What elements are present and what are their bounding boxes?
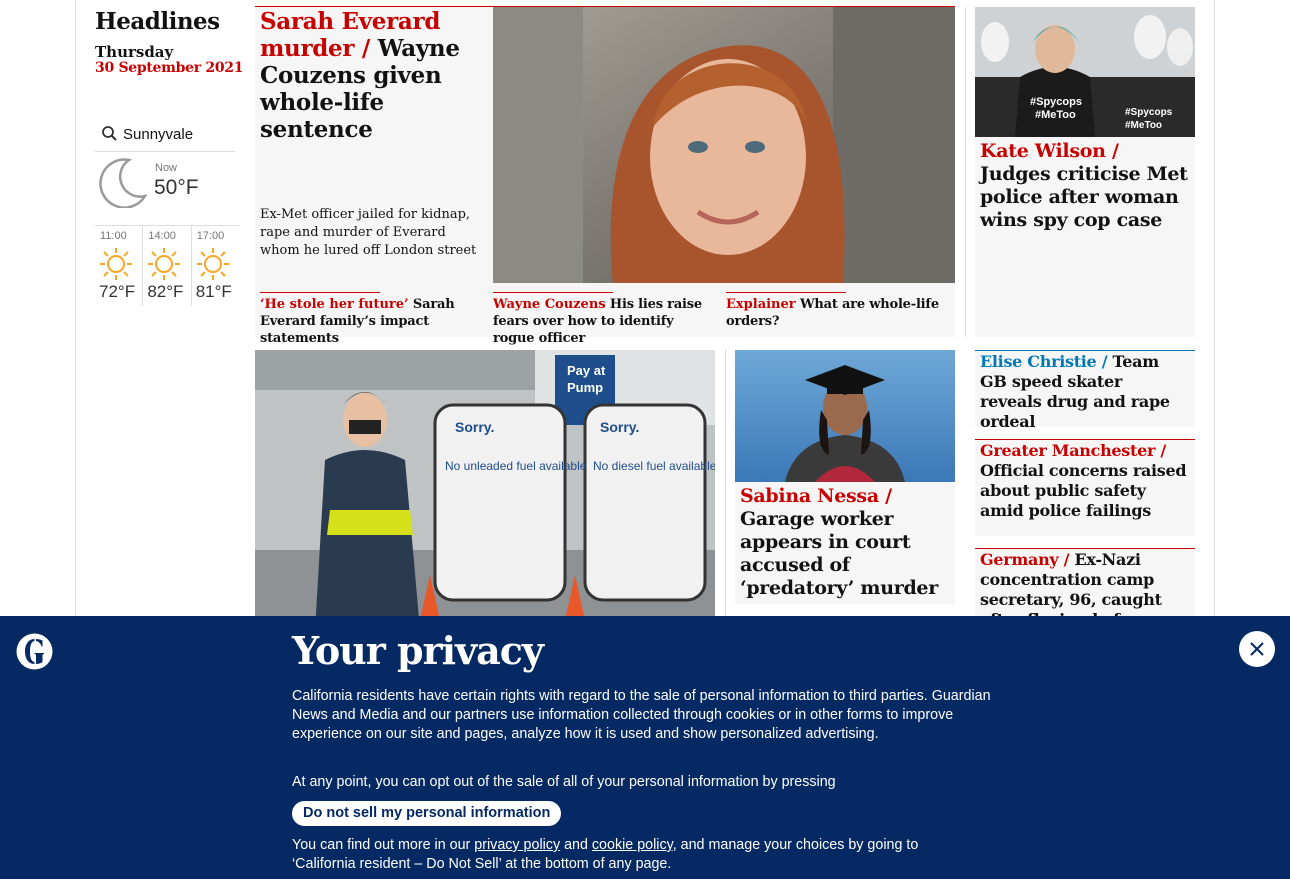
weather-now: Now 50°F [95,156,235,222]
small-story-card[interactable]: Elise Christie / Team GB speed skater re… [975,350,1195,431]
lead-standfirst: Ex-Met officer jailed for kidnap, rape a… [260,207,477,258]
privacy-paragraph: At any point, you can opt out of the sal… [292,774,836,790]
fuel-shortage-photo[interactable]: Pay at Pump Sorry. No unleaded fuel avai… [255,350,715,630]
weather-location[interactable]: Sunnyvale [95,118,235,152]
sabina-headline-text: Garage worker appears in court accused o… [740,508,938,599]
small-story-card[interactable]: Greater Manchester / Official concerns r… [975,439,1195,536]
forecast-item: 17:00 81°F [192,226,240,306]
forecast-item: 14:00 82°F [143,226,192,306]
lead-headline[interactable]: Sarah Everard murder / Wayne Couzens giv… [260,8,485,143]
spy-sign-text: #MeToo [1035,109,1076,121]
sabina-kicker: Sabina Nessa / [740,485,892,507]
pump-sign-text: Pay at [567,363,606,378]
forecast-temp: 82°F [147,282,184,301]
small-story-kicker: Elise Christie / [980,352,1108,371]
sign-text: No unleaded fuel available [445,459,587,473]
date-day: Thursday [95,43,174,61]
close-button[interactable] [1239,631,1275,667]
sublink[interactable]: ‘He stole her future’ Sarah Everard fami… [260,292,485,347]
privacy-paragraph: California residents have certain rights… [292,688,991,742]
weather-location-name[interactable]: Sunnyvale [123,126,193,143]
column-divider [725,350,726,630]
sabina-headline[interactable]: Sabina Nessa / Garage worker appears in … [740,485,952,600]
forecast-time: 17:00 [196,230,225,242]
do-not-sell-button[interactable]: Do not sell my personal information [292,801,562,826]
section-title: Headlines [95,8,220,35]
weather-now-temp: 50°F [154,176,199,199]
small-story-headline[interactable]: Elise Christie / Team GB speed skater re… [980,352,1188,432]
cookie-policy-link[interactable]: cookie policy [592,837,673,853]
sun-icon [148,248,181,280]
small-story-text: Official concerns raised about public sa… [980,461,1187,520]
moon-icon [99,158,147,208]
small-story-kicker: Greater Manchester / [980,441,1166,460]
spy-sign-text: #Spycops [1125,107,1173,118]
sun-icon [196,248,229,280]
pump-sign-text: Pump [567,380,603,395]
forecast-time: 11:00 [100,230,127,242]
headlines-section-header: Headlines Thursday 30 September 2021 [95,8,255,76]
sabina-photo[interactable] [735,350,955,482]
forecast-temp: 72°F [99,282,136,301]
privacy-banner: Your privacy California residents have c… [0,616,1290,879]
sign-text: No diesel fuel available [593,459,715,473]
weather-now-label: Now [155,162,178,174]
spy-cop-kicker: Kate Wilson / [980,140,1119,162]
forecast-item: 11:00 72°F [95,226,144,306]
weather-forecast: 11:00 72°F 14:00 82°F 17:00 81°F [95,225,240,306]
spy-sign-text: #MeToo [1125,120,1162,131]
lead-photo[interactable] [493,7,955,283]
search-icon[interactable] [95,122,123,148]
close-icon[interactable] [1249,641,1265,657]
sun-icon [100,248,132,280]
date-full: 30 September 2021 [95,60,244,76]
column-divider [965,7,966,337]
sign-brand: Sorry. [600,419,639,435]
privacy-policy-link[interactable]: privacy policy [474,837,560,853]
small-story-kicker: Germany / [980,550,1070,569]
privacy-title: Your privacy [292,628,544,673]
sublink[interactable]: Wayne Couzens His lies raise fears over … [493,292,718,347]
forecast-temp: 81°F [195,282,232,301]
forecast-time: 14:00 [148,230,176,242]
privacy-text: You can find out more in our [292,837,475,853]
sublink-kicker: ‘He stole her future’ [260,297,409,312]
guardian-logo-icon [16,633,53,670]
spy-cop-photo[interactable]: #Spycops #MeToo #Spycops #MeToo [975,7,1195,137]
privacy-paragraph: You can find out more in our privacy pol… [292,836,962,874]
sublink[interactable]: Explainer What are whole-life orders? [726,292,951,330]
sublink-kicker: Wayne Couzens [493,297,606,312]
spy-cop-headline-text: Judges criticise Met police after woman … [980,163,1188,231]
small-story-headline[interactable]: Greater Manchester / Official concerns r… [980,441,1188,521]
sublink-kicker: Explainer [726,297,796,312]
sign-brand: Sorry. [455,419,494,435]
spy-cop-headline[interactable]: Kate Wilson / Judges criticise Met polic… [980,140,1192,232]
spy-sign-text: #Spycops [1030,96,1082,108]
privacy-text: and [560,837,592,853]
